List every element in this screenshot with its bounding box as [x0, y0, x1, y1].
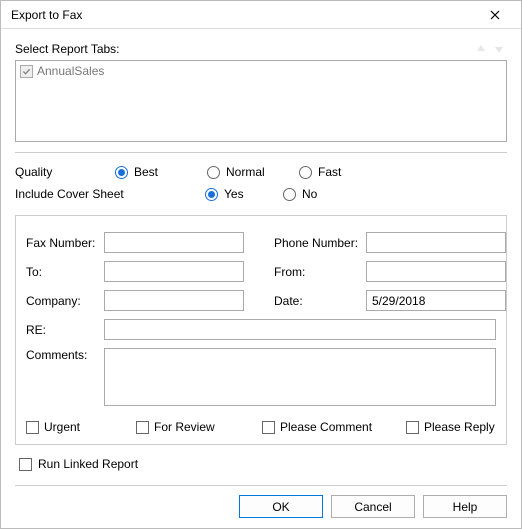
fax-number-input[interactable]	[104, 232, 244, 253]
to-input[interactable]	[104, 261, 244, 282]
urgent-checkbox[interactable]: Urgent	[26, 420, 136, 434]
titlebar: Export to Fax	[1, 1, 521, 29]
checkbox-label: Please Reply	[424, 420, 495, 434]
radio-label: Yes	[224, 187, 244, 201]
checkbox-icon	[136, 421, 149, 434]
cover-sheet-label: Include Cover Sheet	[15, 187, 205, 201]
quality-fast-option[interactable]: Fast	[299, 165, 391, 179]
radio-label: Normal	[226, 165, 265, 179]
radio-icon	[115, 166, 128, 179]
phone-number-label: Phone Number:	[274, 236, 366, 250]
radio-label: No	[302, 187, 317, 201]
button-bar: OK Cancel Help	[15, 485, 507, 518]
arrow-down-icon	[493, 43, 505, 55]
radio-icon	[299, 166, 312, 179]
re-input[interactable]	[104, 319, 496, 340]
company-input[interactable]	[104, 290, 244, 311]
checkbox-label: Please Comment	[280, 420, 372, 434]
cover-sheet-group: Fax Number: Phone Number: To: From: Comp…	[15, 215, 507, 445]
cover-sheet-row: Include Cover Sheet Yes No	[15, 183, 507, 205]
quality-label: Quality	[15, 165, 115, 179]
company-label: Company:	[26, 294, 104, 308]
from-label: From:	[274, 265, 366, 279]
cover-no-option[interactable]: No	[283, 187, 375, 201]
please-comment-checkbox[interactable]: Please Comment	[262, 420, 406, 434]
reorder-arrows	[473, 41, 507, 57]
date-label: Date:	[274, 294, 366, 308]
from-input[interactable]	[366, 261, 506, 282]
arrow-up-icon	[475, 43, 487, 55]
checkbox-icon	[19, 458, 32, 471]
close-button[interactable]	[475, 4, 515, 26]
fax-number-label: Fax Number:	[26, 236, 104, 250]
radio-icon	[207, 166, 220, 179]
phone-number-input[interactable]	[366, 232, 506, 253]
date-input[interactable]	[366, 290, 506, 311]
comments-input[interactable]	[104, 348, 496, 406]
to-label: To:	[26, 265, 104, 279]
cancel-button[interactable]: Cancel	[331, 495, 415, 518]
checkbox-icon	[20, 65, 33, 78]
checkbox-icon	[262, 421, 275, 434]
radio-icon	[205, 188, 218, 201]
list-item[interactable]: AnnualSales	[18, 63, 504, 79]
quality-best-option[interactable]: Best	[115, 165, 207, 179]
checkbox-label: Run Linked Report	[38, 457, 138, 471]
re-label: RE:	[26, 323, 104, 337]
move-up-button	[473, 41, 489, 57]
ok-button[interactable]: OK	[239, 495, 323, 518]
radio-icon	[283, 188, 296, 201]
move-down-button	[491, 41, 507, 57]
checkbox-label: Urgent	[44, 420, 80, 434]
report-tabs-listbox[interactable]: AnnualSales	[15, 60, 507, 142]
quality-row: Quality Best Normal Fast	[15, 161, 507, 183]
checkbox-icon	[406, 421, 419, 434]
cover-yes-option[interactable]: Yes	[205, 187, 283, 201]
close-icon	[490, 10, 500, 20]
for-review-checkbox[interactable]: For Review	[136, 420, 262, 434]
comments-label: Comments:	[26, 348, 104, 362]
checkbox-label: For Review	[154, 420, 215, 434]
help-button[interactable]: Help	[423, 495, 507, 518]
run-linked-checkbox[interactable]: Run Linked Report	[19, 457, 507, 471]
report-tabs-label: Select Report Tabs:	[15, 42, 120, 56]
radio-label: Best	[134, 165, 158, 179]
quality-normal-option[interactable]: Normal	[207, 165, 299, 179]
checkbox-icon	[26, 421, 39, 434]
please-reply-checkbox[interactable]: Please Reply	[406, 420, 496, 434]
radio-label: Fast	[318, 165, 341, 179]
window-title: Export to Fax	[11, 8, 82, 22]
list-item-label: AnnualSales	[37, 64, 104, 78]
divider	[15, 152, 507, 153]
